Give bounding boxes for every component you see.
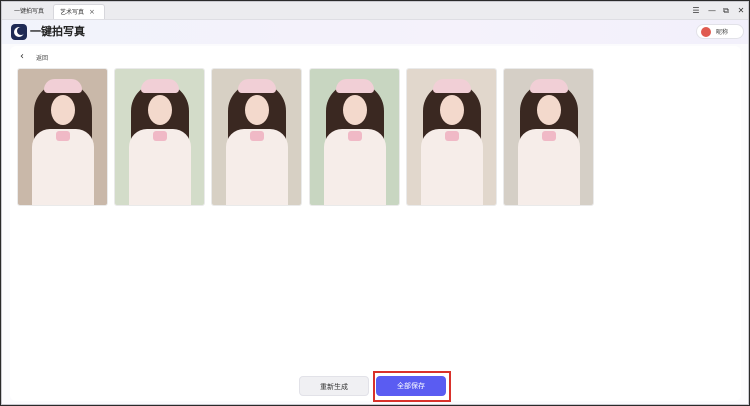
app-window: 一键拍写真 艺术写真 × ☰ — ⧉ ✕ 一键拍写真 昵称 ‹ 返回 重新生成 … xyxy=(1,1,749,405)
photo-face xyxy=(51,95,75,125)
window-close-icon[interactable]: ✕ xyxy=(735,4,747,18)
photo-bow xyxy=(445,131,459,141)
tab-art-photo[interactable]: 艺术写真 × xyxy=(53,4,105,19)
photo-face xyxy=(245,95,269,125)
chevron-left-icon: ‹ xyxy=(20,51,24,62)
photo-bow xyxy=(250,131,264,141)
photo-result-1[interactable] xyxy=(17,68,108,206)
photo-bow xyxy=(542,131,556,141)
photo-result-3[interactable] xyxy=(211,68,302,206)
photo-result-4[interactable] xyxy=(309,68,400,206)
photo-bow xyxy=(56,131,70,141)
avatar xyxy=(701,26,711,37)
photo-result-2[interactable] xyxy=(114,68,205,206)
photo-face xyxy=(343,95,367,125)
photo-bow-hat xyxy=(433,79,471,93)
tab-label: 一键拍写真 xyxy=(14,8,45,15)
photo-bow-hat xyxy=(336,79,374,93)
photo-bow-hat xyxy=(44,79,82,93)
moon-icon-shadow xyxy=(17,27,25,35)
save-all-button[interactable]: 全部保存 xyxy=(376,376,446,396)
main-panel: ‹ 返回 重新生成 全部保存 xyxy=(10,46,741,402)
page-title: 一键拍写真 xyxy=(30,25,85,38)
tab-bar: 一键拍写真 艺术写真 × ☰ — ⧉ ✕ xyxy=(2,2,748,20)
back-button[interactable]: ‹ 返回 xyxy=(20,52,48,62)
app-logo xyxy=(11,24,27,40)
tab-one-click-photo[interactable]: 一键拍写真 xyxy=(8,4,52,19)
photo-face xyxy=(537,95,561,125)
back-label: 返回 xyxy=(36,54,49,62)
photo-result-5[interactable] xyxy=(406,68,497,206)
photo-result-6[interactable] xyxy=(503,68,594,206)
photo-bow-hat xyxy=(141,79,179,93)
photo-bow-hat xyxy=(530,79,568,93)
regenerate-button[interactable]: 重新生成 xyxy=(299,376,369,396)
close-icon[interactable]: × xyxy=(89,5,95,20)
menu-icon[interactable]: ☰ xyxy=(690,4,702,18)
photo-bow-hat xyxy=(238,79,276,93)
maximize-icon[interactable]: ⧉ xyxy=(720,4,732,18)
user-menu[interactable]: 昵称 xyxy=(696,24,744,39)
app-header: 一键拍写真 昵称 xyxy=(2,20,748,44)
user-name: 昵称 xyxy=(716,29,729,36)
photo-bow xyxy=(153,131,167,141)
photo-face xyxy=(440,95,464,125)
photo-face xyxy=(148,95,172,125)
photo-bow xyxy=(348,131,362,141)
minimize-icon[interactable]: — xyxy=(706,4,718,18)
tab-label: 艺术写真 xyxy=(60,8,85,16)
